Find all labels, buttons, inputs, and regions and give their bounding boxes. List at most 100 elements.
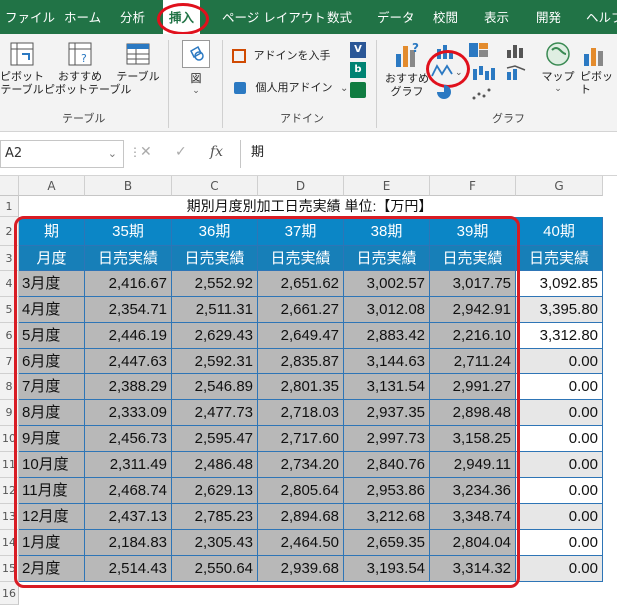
row-header-15[interactable]: 15 bbox=[0, 556, 19, 582]
value-cell[interactable]: 2,949.11 bbox=[430, 452, 516, 478]
value-cell[interactable]: 2,464.50 bbox=[258, 530, 344, 556]
tab-developer[interactable]: 開発 bbox=[536, 0, 561, 34]
value-cell[interactable]: 2,801.35 bbox=[258, 374, 344, 400]
row-header-3[interactable]: 3 bbox=[0, 246, 19, 271]
value-cell[interactable]: 3,234.36 bbox=[430, 478, 516, 504]
month-cell[interactable]: 1月度 bbox=[19, 530, 85, 556]
month-cell[interactable]: 3月度 bbox=[19, 271, 85, 297]
month-cell[interactable]: 4月度 bbox=[19, 297, 85, 323]
value-cell[interactable]: 2,511.31 bbox=[172, 297, 258, 323]
row-header-13[interactable]: 13 bbox=[0, 504, 19, 530]
value-cell[interactable]: 2,649.47 bbox=[258, 323, 344, 349]
tab-home[interactable]: ホーム bbox=[64, 0, 101, 34]
value-cell[interactable]: 2,898.48 bbox=[430, 400, 516, 426]
value-cell[interactable]: 3,395.80 bbox=[516, 297, 603, 323]
value-cell[interactable]: 0.00 bbox=[516, 530, 603, 556]
row-header-4[interactable]: 4 bbox=[0, 271, 19, 297]
value-cell[interactable]: 2,734.20 bbox=[258, 452, 344, 478]
header-cell[interactable]: 期 bbox=[19, 217, 85, 246]
value-cell[interactable]: 2,333.09 bbox=[85, 400, 172, 426]
value-cell[interactable]: 2,718.03 bbox=[258, 400, 344, 426]
header-cell[interactable]: 日売実績 bbox=[172, 246, 258, 271]
value-cell[interactable]: 2,651.62 bbox=[258, 271, 344, 297]
value-cell[interactable]: 3,158.25 bbox=[430, 426, 516, 452]
value-cell[interactable]: 3,092.85 bbox=[516, 271, 603, 297]
pivot-chart-button[interactable]: ピボット bbox=[580, 40, 617, 96]
visio-icon[interactable]: V bbox=[350, 42, 366, 58]
month-cell[interactable]: 6月度 bbox=[19, 349, 85, 374]
value-cell[interactable]: 3,193.54 bbox=[344, 556, 430, 582]
tab-review[interactable]: 校閲 bbox=[433, 0, 458, 34]
value-cell[interactable]: 2,717.60 bbox=[258, 426, 344, 452]
tab-analyze[interactable]: 分析 bbox=[120, 0, 145, 34]
waterfall-chart-icon[interactable] bbox=[472, 64, 496, 80]
value-cell[interactable]: 0.00 bbox=[516, 400, 603, 426]
value-cell[interactable]: 0.00 bbox=[516, 504, 603, 530]
value-cell[interactable]: 2,468.74 bbox=[85, 478, 172, 504]
column-header-a[interactable]: A bbox=[19, 176, 85, 196]
column-header-g[interactable]: G bbox=[516, 176, 603, 196]
row-header-10[interactable]: 10 bbox=[0, 426, 19, 452]
column-header-c[interactable]: C bbox=[172, 176, 258, 196]
value-cell[interactable]: 2,629.43 bbox=[172, 323, 258, 349]
name-box[interactable]: A2 ⌄ bbox=[0, 140, 124, 168]
header-cell[interactable]: 36期 bbox=[172, 217, 258, 246]
value-cell[interactable]: 2,659.35 bbox=[344, 530, 430, 556]
table-button[interactable]: テーブル bbox=[116, 40, 160, 83]
line-chart-icon[interactable]: ⌄ bbox=[430, 62, 464, 80]
value-cell[interactable]: 2,305.43 bbox=[172, 530, 258, 556]
pivot-table-button[interactable]: ピボット テーブル bbox=[0, 40, 44, 96]
month-cell[interactable]: 10月度 bbox=[19, 452, 85, 478]
value-cell[interactable]: 2,595.47 bbox=[172, 426, 258, 452]
value-cell[interactable]: 2,216.10 bbox=[430, 323, 516, 349]
month-cell[interactable]: 9月度 bbox=[19, 426, 85, 452]
tab-formulas[interactable]: 数式 bbox=[327, 0, 352, 34]
illustrations-button[interactable]: 図 ⌄ bbox=[178, 40, 214, 98]
row-header-14[interactable]: 14 bbox=[0, 530, 19, 556]
value-cell[interactable]: 2,592.31 bbox=[172, 349, 258, 374]
tab-view[interactable]: 表示 bbox=[484, 0, 509, 34]
bing-icon[interactable]: b bbox=[350, 62, 366, 78]
maps-button[interactable]: マップ ⌄ bbox=[540, 40, 576, 96]
recommended-pivot-button[interactable]: ? おすすめ ピボットテーブル bbox=[44, 40, 131, 96]
formula-input[interactable]: 期 bbox=[240, 140, 617, 168]
value-cell[interactable]: 3,131.54 bbox=[344, 374, 430, 400]
header-cell[interactable]: 37期 bbox=[258, 217, 344, 246]
combo-chart-icon[interactable] bbox=[505, 64, 529, 80]
enter-icon[interactable]: ✓ bbox=[175, 144, 187, 160]
column-chart-icon[interactable] bbox=[435, 43, 459, 59]
value-cell[interactable]: 2,937.35 bbox=[344, 400, 430, 426]
cancel-icon[interactable]: ✕ bbox=[140, 144, 152, 160]
value-cell[interactable]: 3,312.80 bbox=[516, 323, 603, 349]
row-header-6[interactable]: 6 bbox=[0, 323, 19, 349]
people-graph-icon[interactable] bbox=[350, 82, 366, 98]
value-cell[interactable]: 3,348.74 bbox=[430, 504, 516, 530]
value-cell[interactable]: 2,629.13 bbox=[172, 478, 258, 504]
row-header-5[interactable]: 5 bbox=[0, 297, 19, 323]
value-cell[interactable]: 2,354.71 bbox=[85, 297, 172, 323]
value-cell[interactable]: 2,805.64 bbox=[258, 478, 344, 504]
month-cell[interactable]: 2月度 bbox=[19, 556, 85, 582]
value-cell[interactable]: 2,711.24 bbox=[430, 349, 516, 374]
tab-insert[interactable]: 挿入 bbox=[163, 0, 201, 34]
value-cell[interactable]: 2,785.23 bbox=[172, 504, 258, 530]
stat-chart-icon[interactable] bbox=[505, 42, 529, 58]
my-addins-button[interactable]: 個人用アドイン ⌄ bbox=[234, 79, 348, 95]
value-cell[interactable]: 2,939.68 bbox=[258, 556, 344, 582]
value-cell[interactable]: 2,437.13 bbox=[85, 504, 172, 530]
row-header-2[interactable]: 2 bbox=[0, 217, 19, 246]
column-header-e[interactable]: E bbox=[344, 176, 430, 196]
insert-function-button[interactable]: fx bbox=[210, 144, 223, 160]
value-cell[interactable]: 2,311.49 bbox=[85, 452, 172, 478]
select-all-corner[interactable] bbox=[0, 176, 19, 196]
value-cell[interactable]: 2,447.63 bbox=[85, 349, 172, 374]
value-cell[interactable]: 2,456.73 bbox=[85, 426, 172, 452]
scatter-chart-icon[interactable] bbox=[470, 86, 494, 102]
header-cell[interactable]: 39期 bbox=[430, 217, 516, 246]
value-cell[interactable]: 3,212.68 bbox=[344, 504, 430, 530]
value-cell[interactable]: 2,883.42 bbox=[344, 323, 430, 349]
value-cell[interactable]: 2,446.19 bbox=[85, 323, 172, 349]
header-cell[interactable]: 日売実績 bbox=[85, 246, 172, 271]
value-cell[interactable]: 2,894.68 bbox=[258, 504, 344, 530]
header-cell[interactable]: 日売実績 bbox=[344, 246, 430, 271]
